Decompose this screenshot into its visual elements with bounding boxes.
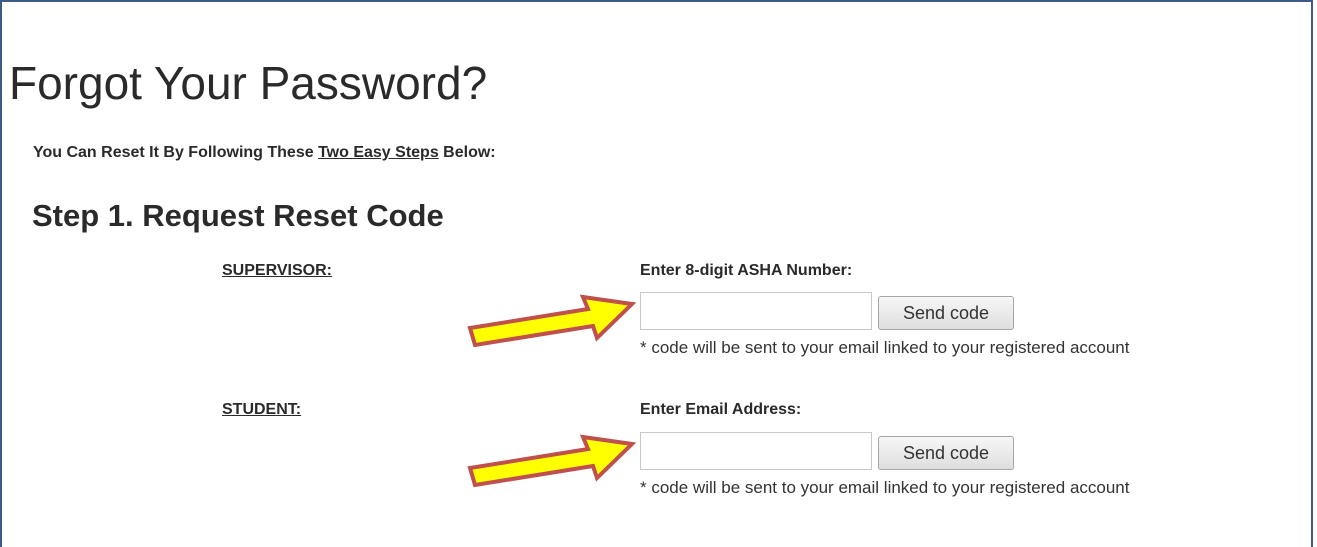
arrow-shape [467,434,637,488]
annotation-arrow-student [467,434,637,488]
arrow-shape [467,294,637,348]
step-1-title: Step 1. Request Reset Code [32,198,444,233]
supervisor-note: * code will be sent to your email linked… [640,338,1130,357]
supervisor-label: SUPERVISOR: [222,262,332,279]
student-send-code-button[interactable]: Send code [878,436,1014,470]
intro-text: You Can Reset It By Following These Two … [33,144,496,162]
email-address-label: Enter Email Address: [640,401,802,418]
page-title: Forgot Your Password? [9,57,488,109]
intro-text-start: You Can Reset It By Following These [33,144,319,161]
student-label: STUDENT: [222,401,302,418]
intro-text-emphasis: Two Easy Steps [318,144,439,161]
annotation-arrow-supervisor [467,294,637,348]
student-note: * code will be sent to your email linked… [640,478,1130,497]
asha-number-label: Enter 8-digit ASHA Number: [640,262,853,279]
asha-number-input[interactable] [640,292,872,330]
intro-text-end: Below: [438,144,496,161]
email-address-input[interactable] [640,432,872,470]
supervisor-send-code-button[interactable]: Send code [878,296,1014,330]
